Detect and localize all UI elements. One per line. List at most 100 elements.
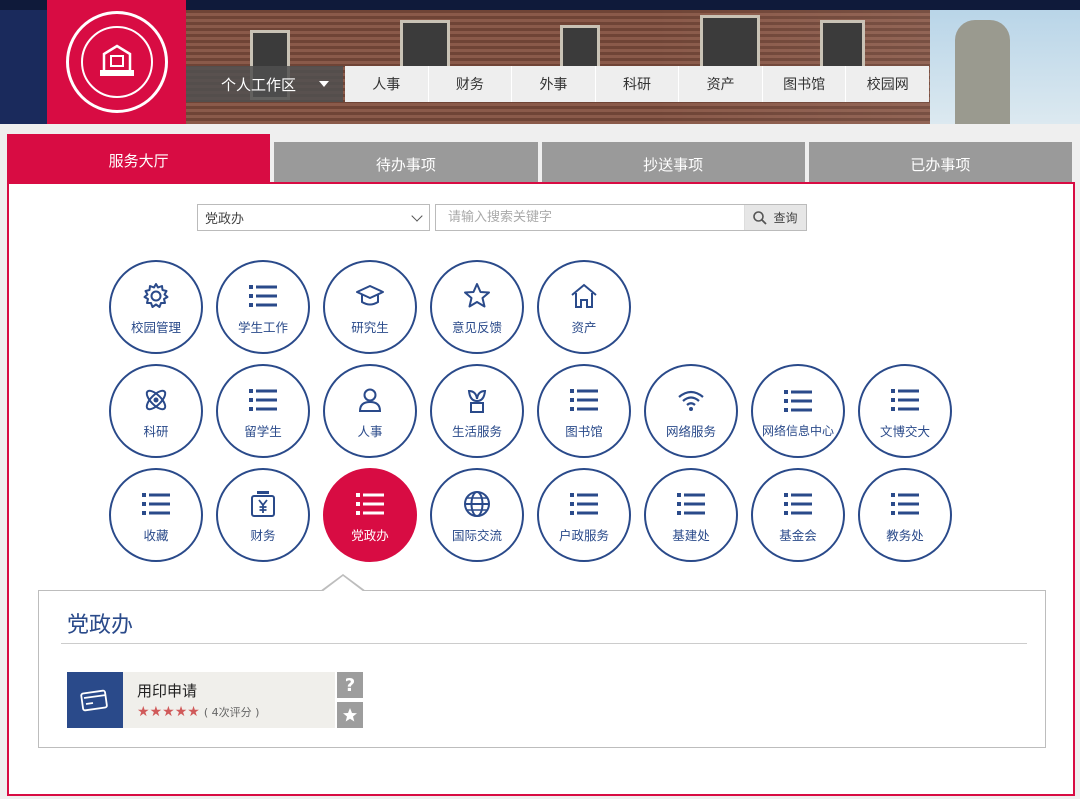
category-favorites[interactable]: 收藏 [109,468,203,562]
category-library[interactable]: 图书馆 [537,364,631,458]
category-label: 研究生 [351,319,389,335]
category-international-exchange[interactable]: 国际交流 [430,468,524,562]
list-icon [249,388,277,411]
list-icon [570,388,598,411]
graduation-cap-icon [356,284,384,305]
category-academic-affairs[interactable]: 教务处 [858,468,952,562]
category-graduate[interactable]: 研究生 [323,260,417,354]
money-bag-icon [251,490,275,517]
nav-item-foreign-affairs[interactable]: 外事 [512,66,596,102]
list-icon [784,492,812,515]
service-rating: ★ ★ ★ ★ ★ ( 4次评分 ) [137,704,259,720]
category-label: 教务处 [886,527,924,543]
list-icon [570,492,598,515]
service-actions: ? [337,672,363,728]
category-feedback[interactable]: 意见反馈 [430,260,524,354]
tab-cc[interactable]: 抄送事项 [541,142,805,182]
help-button[interactable]: ? [337,672,363,698]
category-international-students[interactable]: 留学生 [216,364,310,458]
category-finance[interactable]: 财务 [216,468,310,562]
category-household-services[interactable]: 户政服务 [537,468,631,562]
nav-item-campus-net[interactable]: 校园网 [846,66,929,102]
header-left-strip [0,10,47,124]
search-input[interactable] [436,205,744,230]
category-label: 留学生 [244,423,282,439]
main-tabs: 服务大厅 待办事项 抄送事项 已办事项 [7,134,1072,182]
service-icon [67,672,123,728]
atom-icon [145,389,167,410]
category-label: 科研 [143,423,169,439]
category-museum[interactable]: 文博交大 [858,364,952,458]
logo-outer-ring [65,11,168,113]
department-select[interactable]: 党政办 [197,204,430,231]
service-name: 用印申请 [137,682,198,700]
nav-item-library[interactable]: 图书馆 [763,66,847,102]
rating-star-icon: ★ [174,704,188,720]
list-icon [784,389,812,412]
university-logo[interactable] [47,0,186,124]
tab-service-hall[interactable]: 服务大厅 [7,134,271,182]
service-hall-panel: 党政办 查询 校园管理 [7,182,1075,796]
banner-window [700,15,760,70]
list-icon [891,492,919,515]
list-icon [891,388,919,411]
category-construction-office[interactable]: 基建处 [644,468,738,562]
category-party-office[interactable]: 党政办 [323,468,417,562]
category-detail-panel: 党政办 用印申请 ★ ★ ★ ★ ★ ( 4次评分 ) ? [38,590,1046,748]
category-label: 图书馆 [565,423,603,439]
category-label: 收藏 [143,527,169,543]
category-label: 生活服务 [451,423,502,439]
globe-icon [464,490,490,517]
rating-count: ( 4次评分 ) [203,706,260,719]
category-label: 资产 [571,319,597,335]
favorite-button[interactable] [337,702,363,728]
detail-pointer-inner [322,576,364,592]
nav-item-assets[interactable]: 资产 [679,66,763,102]
category-label: 学生工作 [237,319,288,335]
card-icon [80,689,108,712]
category-label: 基建处 [672,527,710,543]
rating-star-icon: ★ [137,704,150,720]
category-personnel[interactable]: 人事 [323,364,417,458]
service-text: 用印申请 ★ ★ ★ ★ ★ ( 4次评分 ) [123,672,259,728]
category-label: 校园管理 [130,319,181,335]
category-network-services[interactable]: 网络服务 [644,364,738,458]
rating-star-icon: ★ [149,704,163,720]
user-icon [358,388,382,412]
nav-item-finance[interactable]: 财务 [429,66,513,102]
category-assets[interactable]: 资产 [537,260,631,354]
list-icon [677,492,705,515]
logo-inner-ring [80,26,153,98]
detail-title: 党政办 [67,613,134,638]
category-label: 人事 [357,423,383,439]
chevron-down-icon [411,210,423,222]
category-label: 财务 [250,527,276,543]
category-campus-management[interactable]: 校园管理 [109,260,203,354]
search-button[interactable]: 查询 [744,205,806,230]
tab-done[interactable]: 已办事项 [808,142,1072,182]
list-icon [356,492,384,515]
category-life-services[interactable]: 生活服务 [430,364,524,458]
category-label: 基金会 [779,527,817,543]
category-research[interactable]: 科研 [109,364,203,458]
search-icon [753,210,768,225]
category-label: 户政服务 [558,527,609,543]
caret-down-icon [319,81,329,87]
star-icon [343,708,357,722]
workspace-label: 个人工作区 [221,75,297,94]
banner-window [820,20,865,70]
category-label: 网络服务 [665,423,716,439]
nav-item-hr[interactable]: 人事 [345,66,429,102]
category-student-affairs[interactable]: 学生工作 [216,260,310,354]
workspace-dropdown[interactable]: 个人工作区 [186,66,343,102]
category-label: 党政办 [351,527,389,543]
service-card[interactable]: 用印申请 ★ ★ ★ ★ ★ ( 4次评分 ) [67,672,335,728]
banner-window [560,25,600,70]
nav-item-research[interactable]: 科研 [596,66,680,102]
seal-emblem-icon [99,44,134,76]
category-label: 意见反馈 [451,319,502,335]
category-foundation[interactable]: 基金会 [751,468,845,562]
list-icon [249,284,277,307]
tab-todo[interactable]: 待办事项 [274,142,538,182]
category-network-info-center[interactable]: 网络信息中心 [751,364,845,458]
